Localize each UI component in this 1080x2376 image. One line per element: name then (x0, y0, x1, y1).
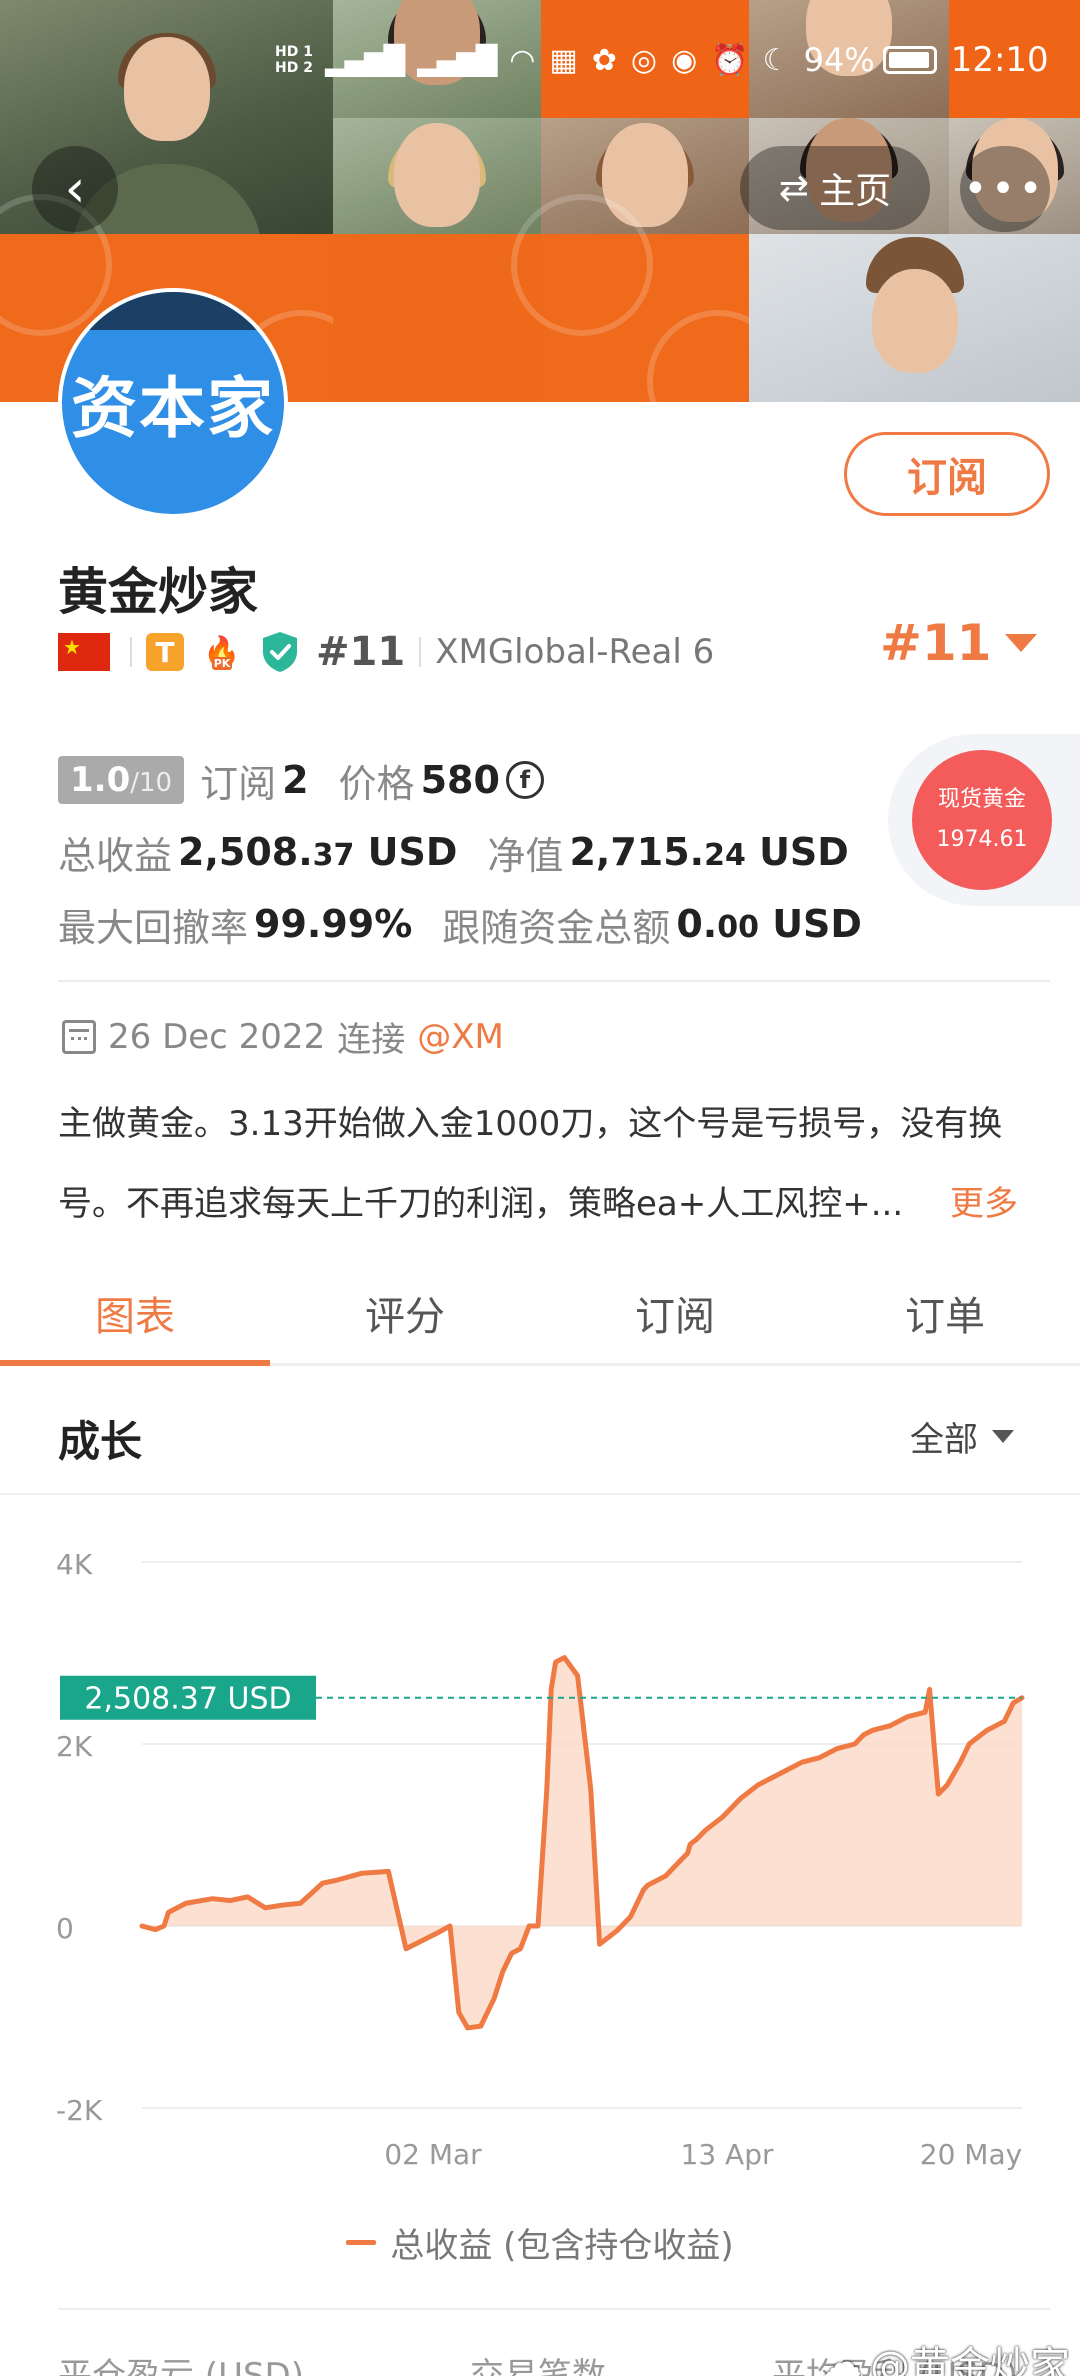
y-tick-label: 0 (56, 1912, 74, 1945)
legend-label: 总收益 (包含持仓收益) (390, 2226, 734, 2266)
divider (58, 980, 1050, 982)
app-notification-icon: ◎ (630, 42, 658, 78)
battery-icon (882, 46, 937, 74)
gold-quote-circle: 现货黄金 1974.61 (912, 750, 1052, 890)
x-tick-label: 02 Mar (384, 2138, 482, 2171)
total-profit-label: 总收益 (58, 833, 173, 878)
alarm-icon: ⏰ (711, 42, 749, 78)
rank-big-label: #11 (880, 614, 992, 672)
eye-icon: ◉ (671, 42, 698, 78)
moon-icon: ☾ (762, 42, 790, 78)
badge-row: T 🔥PK #11 XMGlobal-Real 6 (58, 628, 714, 676)
server-name: XMGlobal-Real 6 (435, 632, 715, 672)
chevron-left-icon: ‹ (64, 159, 86, 219)
broker-link[interactable]: @XM (417, 1017, 504, 1057)
signal-icon: ▂▄▆█ (324, 43, 405, 77)
subscribe-button[interactable]: 订阅 (844, 432, 1050, 516)
triangle-down-icon (992, 1430, 1014, 1443)
triangle-down-icon (1005, 634, 1038, 652)
divider (58, 2308, 1050, 2310)
calendar-icon (62, 1019, 96, 1054)
clock: 12:10 (950, 40, 1049, 80)
gold-quote-label: 现货黄金 (937, 787, 1026, 812)
avatar-text: 资本家 (71, 370, 275, 447)
stats-block: 1.0/10 订阅 2 价格 580 f 总收益 2,508.37 USD 净值… (58, 744, 892, 960)
china-flag-icon (58, 633, 110, 671)
tab-bar: 图表 评分 订阅 订单 (0, 1262, 1080, 1366)
current-value-label: 2,508.37 USD (84, 1682, 291, 1717)
weibo-icon: ☁ (822, 2340, 862, 2376)
gold-quote-value: 1974.61 (936, 827, 1028, 852)
x-tick-label: 20 May (920, 2138, 1022, 2171)
connect-label: 连接 (337, 1020, 406, 1060)
max-drawdown-value: 99.99% (254, 902, 413, 946)
gold-quote-bubble[interactable]: 现货黄金 1974.61 (888, 734, 1080, 906)
coin-icon: f (505, 761, 544, 799)
net-value-value: 2,715.24 USD (569, 830, 849, 874)
description-line: 主做黄金。3.13开始做入金1000刀，这个号是亏损号，没有换 (58, 1104, 1003, 1144)
price-value: 580 (420, 758, 500, 802)
home-label: 主页 (819, 171, 892, 212)
app-notification-icon: ✿ (591, 42, 617, 78)
banner-tile-pattern (511, 194, 789, 402)
t-badge: T (146, 633, 184, 671)
description-line: 号。不再追求每天上千刀的利润，策略ea+人工风控+... (58, 1184, 904, 1224)
more-link[interactable]: 更多 (940, 1164, 1018, 1244)
pk-flame-icon: 🔥 PK (203, 634, 241, 670)
tab-rating[interactable]: 评分 (270, 1262, 540, 1363)
y-tick-label: -2K (56, 2094, 103, 2127)
watermark-text: @黄金炒家 (870, 2344, 1070, 2376)
y-tick-label: 4K (56, 1548, 93, 1581)
x-tick-label: 13 Apr (681, 2138, 774, 2171)
hd-indicator: HD 1 HD 2 (275, 44, 313, 76)
more-menu-button[interactable]: ••• (960, 146, 1050, 232)
home-button[interactable]: ⇄ 主页 (740, 146, 930, 230)
follow-funds-label: 跟随资金总额 (442, 905, 671, 950)
banner-tile-orange (333, 234, 541, 402)
net-value-label: 净值 (487, 833, 564, 878)
watermark: ☁ @黄金炒家 (822, 2334, 1070, 2376)
signal-icon: ▂▄▆█ (417, 43, 497, 77)
score-badge: 1.0/10 (58, 756, 185, 804)
growth-chart[interactable]: -2K 0 2K 4K 02 Mar 13 Apr 20 May 2,508.37 USD (0, 1500, 1080, 2200)
rank-dropdown[interactable]: #11 (880, 614, 1038, 672)
strategy-description: 主做黄金。3.13开始做入金1000刀，这个号是亏损号，没有换 号。不再追求每天… (58, 1084, 1048, 1244)
price-label: 价格 (338, 761, 415, 806)
tab-subscribe[interactable]: 订阅 (540, 1262, 810, 1363)
avatar[interactable]: 资本家 (58, 288, 288, 518)
range-label: 全部 (910, 1420, 978, 1460)
banner-photo-4 (333, 118, 541, 236)
subscriptions-label: 订阅 (200, 761, 277, 806)
follow-funds-value: 0.00 USD (676, 902, 862, 946)
swap-icon: ⇄ (778, 167, 810, 209)
max-drawdown-label: 最大回撤率 (58, 905, 249, 950)
rank-small: #11 (316, 629, 406, 675)
connect-date: 26 Dec 2022 (108, 1016, 326, 1057)
closed-pnl-label: 平仓盈亏 (USD) (58, 2356, 304, 2376)
growth-title: 成长 (58, 1417, 143, 1466)
subscriptions-value: 2 (282, 758, 309, 802)
banner-photo-8 (749, 234, 1080, 402)
status-bar: HD 1 HD 2 ▂▄▆█ ▂▄▆█ ◠ ▦ ✿ ◎ ◉ ⏰ ☾ 94% 12… (275, 40, 1050, 80)
more-dots-icon: ••• (963, 166, 1047, 212)
chart-legend: 总收益 (包含持仓收益) (0, 2218, 1080, 2267)
range-dropdown[interactable]: 全部 (910, 1412, 1014, 1461)
back-button[interactable]: ‹ (32, 146, 118, 232)
tab-orders[interactable]: 订单 (810, 1262, 1080, 1363)
connection-info: 26 Dec 2022 连接 @XM (62, 1012, 504, 1061)
battery-percent: 94% (803, 41, 875, 79)
app-notification-icon: ▦ (549, 42, 578, 78)
tab-chart[interactable]: 图表 (0, 1262, 270, 1366)
legend-line-icon (346, 2240, 377, 2245)
verified-shield-icon (263, 632, 297, 672)
wifi-icon: ◠ (509, 42, 536, 78)
trade-count-label: 交易笔数 (470, 2356, 606, 2376)
y-tick-label: 2K (56, 1730, 93, 1763)
total-profit-value: 2,508.37 USD (178, 830, 458, 874)
trader-name: 黄金炒家 (58, 563, 258, 621)
